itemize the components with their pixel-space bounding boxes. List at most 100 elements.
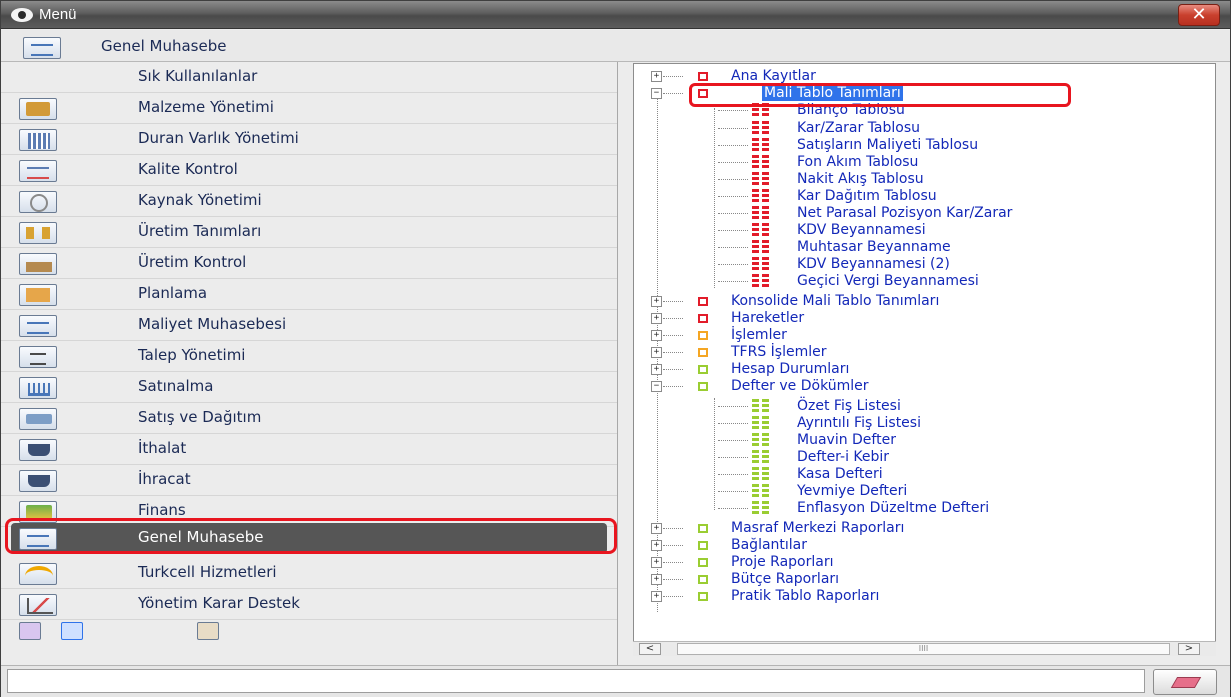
tree-node-label: Yevmiye Defteri — [797, 483, 908, 499]
box-icon — [19, 98, 57, 120]
tree-connector — [663, 386, 683, 387]
sidebar-item-ihracat[interactable]: İhracat — [1, 465, 617, 496]
report-icon — [762, 257, 769, 272]
tree-connector — [718, 145, 748, 146]
tree-node-label: Muhtasar Beyanname — [797, 239, 951, 255]
flow-icon — [19, 222, 57, 244]
tree-connector — [718, 406, 748, 407]
ship-icon — [19, 470, 57, 492]
report-icon — [752, 206, 759, 221]
report-icon — [752, 433, 759, 448]
sidebar-item-turkcell[interactable]: Turkcell Hizmetleri — [1, 558, 617, 589]
building-icon — [19, 129, 57, 151]
report-icon — [752, 450, 759, 465]
report-icon — [752, 138, 759, 153]
tree-connector — [663, 369, 683, 370]
form-check-icon — [19, 160, 57, 182]
expand-toggle[interactable]: + — [651, 71, 662, 82]
menu-window: Menü ✕ Genel Muhasebe Sık Kullanılanlar … — [0, 0, 1231, 697]
sidebar-item-label: Üretim Tanımları — [138, 222, 262, 240]
report-icon — [752, 484, 759, 499]
scroll-thumb[interactable]: IIII — [677, 643, 1170, 655]
tree-connector — [663, 579, 683, 580]
report-icon — [752, 399, 759, 414]
report-icon — [762, 121, 769, 136]
refresh-icon[interactable] — [61, 622, 83, 640]
expand-toggle[interactable]: + — [651, 557, 662, 568]
tree-node-label: Ana Kayıtlar — [731, 68, 816, 84]
tree-connector — [718, 196, 748, 197]
expand-toggle[interactable]: + — [651, 523, 662, 534]
collapse-toggle[interactable]: − — [651, 88, 662, 99]
tree-connector — [663, 335, 683, 336]
sidebar-item-planlama[interactable]: Planlama — [1, 279, 617, 310]
status-bar — [1, 665, 1230, 697]
sidebar-highlight-annotation — [5, 518, 617, 554]
expand-toggle[interactable]: + — [651, 364, 662, 375]
status-field[interactable] — [7, 669, 1145, 693]
scroll-right-button[interactable]: > — [1178, 643, 1200, 655]
tree-connector — [718, 423, 748, 424]
red-folder-icon — [698, 314, 708, 323]
tree-node-label: Defter ve Dökümler — [731, 378, 869, 394]
tree-node-label: TFRS İşlemler — [731, 344, 827, 360]
green-folder-icon — [698, 365, 708, 374]
tree-connector — [718, 110, 748, 111]
expand-toggle[interactable]: + — [651, 313, 662, 324]
expand-toggle[interactable]: + — [651, 347, 662, 358]
tree-connector — [718, 162, 748, 163]
plan-icon — [19, 284, 57, 306]
chart-icon — [19, 594, 57, 616]
expand-toggle[interactable]: + — [651, 540, 662, 551]
expand-toggle[interactable]: + — [651, 574, 662, 585]
report-icon — [762, 484, 769, 499]
eraser-button[interactable] — [1153, 669, 1217, 695]
sidebar-item-yonetim-karar[interactable]: Yönetim Karar Destek — [1, 589, 617, 620]
form-icon — [23, 37, 61, 59]
tree-highlight-annotation — [689, 83, 1071, 107]
close-button[interactable]: ✕ — [1178, 4, 1220, 26]
expand-toggle[interactable]: + — [651, 330, 662, 341]
sidebar-item-malzeme[interactable]: Malzeme Yönetimi — [1, 93, 617, 124]
sidebar-item-label: Satınalma — [138, 377, 214, 395]
expand-toggle[interactable]: + — [651, 296, 662, 307]
report-icon — [762, 155, 769, 170]
sidebar-item-satis[interactable]: Satış ve Dağıtım — [1, 403, 617, 434]
green-folder-icon — [698, 558, 708, 567]
sidebar-item-uretim-tanimlari[interactable]: Üretim Tanımları — [1, 217, 617, 248]
sidebar-item-satinalma[interactable]: Satınalma — [1, 372, 617, 403]
green-folder-icon — [698, 524, 708, 533]
sidebar-item-duran-varlik[interactable]: Duran Varlık Yönetimi — [1, 124, 617, 155]
tree-node-label: İşlemler — [731, 327, 787, 343]
tree-node-label: KDV Beyannamesi (2) — [797, 256, 950, 272]
tree-connector — [718, 230, 748, 231]
sidebar-item-sik-kullanilanlar[interactable]: Sık Kullanılanlar — [1, 62, 617, 93]
sidebar-item-label: Kalite Kontrol — [138, 160, 238, 178]
sidebar-item-maliyet[interactable]: Maliyet Muhasebesi — [1, 310, 617, 341]
sidebar-item-kaynak[interactable]: Kaynak Yönetimi — [1, 186, 617, 217]
report-icon — [762, 450, 769, 465]
tree-node-label: Fon Akım Tablosu — [797, 154, 919, 170]
tree-node-label: Net Parasal Pozisyon Kar/Zarar — [797, 205, 1013, 221]
sidebar-item-ithalat[interactable]: İthalat — [1, 434, 617, 465]
orange-folder-icon — [698, 331, 708, 340]
tree-node-label: Özet Fiş Listesi — [797, 398, 901, 414]
green-folder-icon — [698, 592, 708, 601]
tree-connector — [663, 352, 683, 353]
sidebar-item-label: Sık Kullanılanlar — [138, 67, 258, 85]
sidebar-item-uretim-kontrol[interactable]: Üretim Kontrol — [1, 248, 617, 279]
edit-icon[interactable] — [197, 622, 219, 640]
scroll-left-button[interactable]: < — [639, 643, 661, 655]
sidebar-item-kalite[interactable]: Kalite Kontrol — [1, 155, 617, 186]
report-icon — [762, 274, 769, 289]
tree-connector — [663, 528, 683, 529]
collapse-toggle[interactable]: − — [651, 381, 662, 392]
cart-icon — [19, 377, 57, 399]
check-icon[interactable] — [19, 622, 41, 640]
tree-node-label: Kasa Defteri — [797, 466, 883, 482]
sidebar-item-talep[interactable]: Talep Yönetimi — [1, 341, 617, 372]
expand-toggle[interactable]: + — [651, 591, 662, 602]
sidebar-item-label: Üretim Kontrol — [138, 253, 247, 271]
horizontal-scrollbar[interactable]: < IIII > — [633, 641, 1216, 656]
tree-connector — [663, 318, 683, 319]
